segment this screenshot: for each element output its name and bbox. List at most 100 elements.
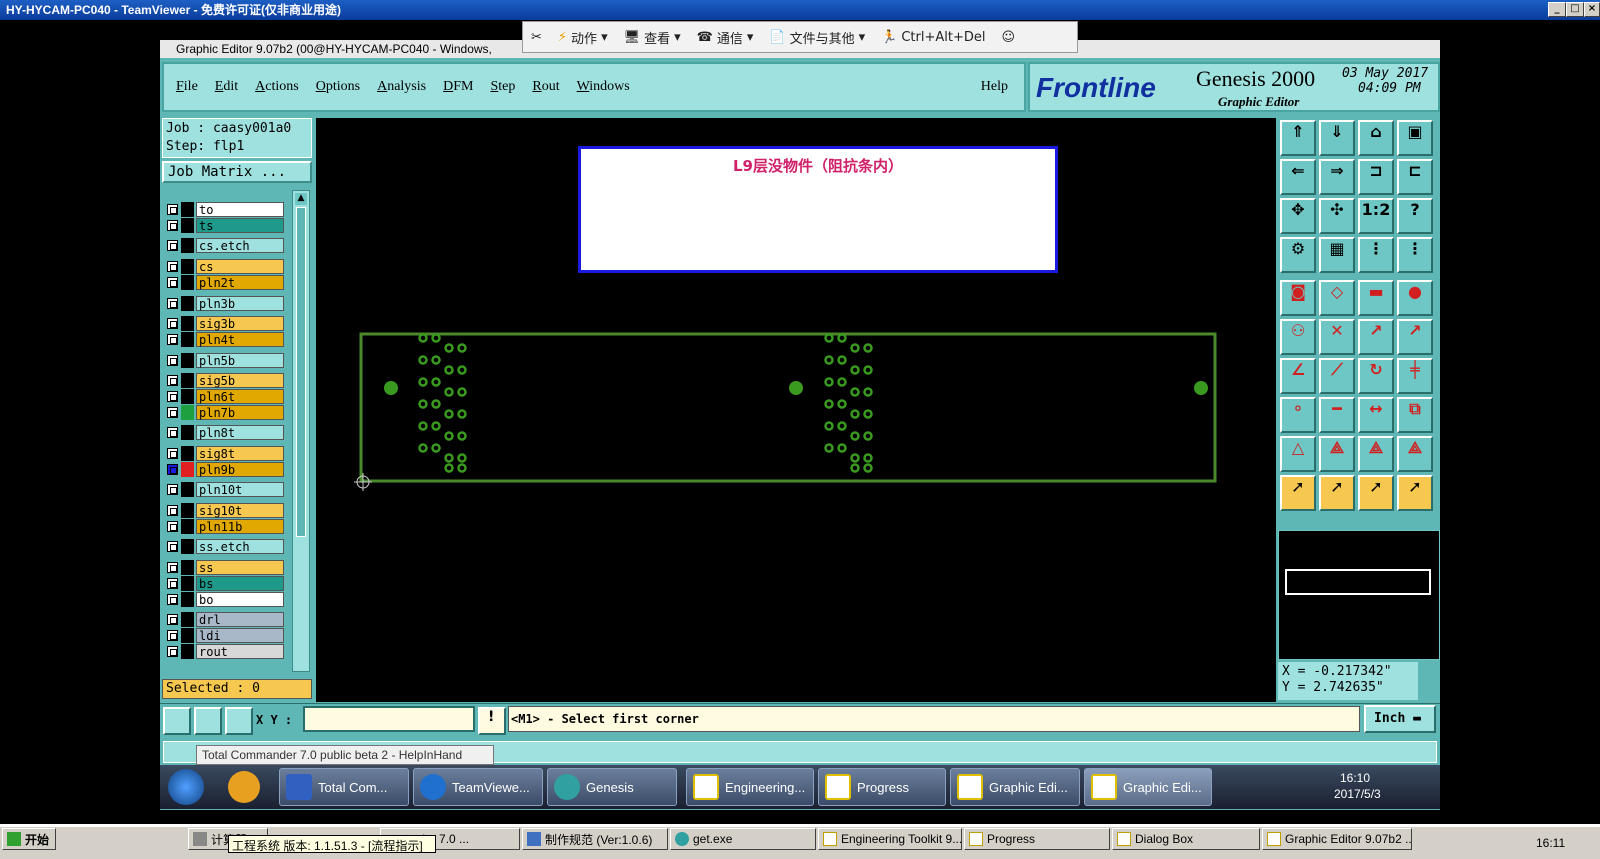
menu-actions[interactable]: Actions — [255, 79, 299, 95]
tool-button[interactable]: △ — [1280, 436, 1316, 472]
tool-button[interactable]: ⟁ — [1397, 436, 1433, 472]
layer-name[interactable]: bo — [196, 592, 284, 607]
layer-swatch[interactable] — [181, 316, 194, 331]
snap-button[interactable] — [163, 707, 191, 735]
tool-button[interactable]: ⊐ — [1358, 159, 1394, 195]
layer-swatch[interactable] — [181, 275, 194, 290]
layer-row[interactable]: pln3b — [164, 296, 284, 311]
layer-checkbox[interactable] — [167, 521, 178, 532]
layer-swatch[interactable] — [181, 332, 194, 347]
layer-checkbox[interactable] — [167, 541, 178, 552]
tool-button[interactable]: ➚ — [1358, 475, 1394, 511]
layer-swatch[interactable] — [181, 446, 194, 461]
tool-button[interactable]: ⇓ — [1319, 120, 1355, 156]
taskbar-engineering[interactable]: Engineering... — [686, 768, 814, 806]
scroll-thumb[interactable] — [296, 207, 306, 537]
layer-row[interactable]: rout — [164, 644, 284, 659]
tool-button[interactable]: ⚇ — [1280, 319, 1316, 355]
layer-name[interactable]: cs.etch — [196, 238, 284, 253]
layer-row[interactable]: drl — [164, 612, 284, 627]
files-menu[interactable]: 📄 文件与其他 ▾ — [769, 28, 865, 47]
layer-swatch[interactable] — [181, 539, 194, 554]
tool-button[interactable]: ⟁ — [1319, 436, 1355, 472]
layer-row[interactable]: ss.etch — [164, 539, 284, 554]
layer-row[interactable]: bo — [164, 592, 284, 607]
layer-name[interactable]: sig10t — [196, 503, 284, 518]
scroll-up-icon[interactable]: ▲ — [295, 193, 307, 205]
tool-button[interactable]: ✥ — [1280, 198, 1316, 234]
layer-swatch[interactable] — [181, 405, 194, 420]
close-button[interactable]: × — [1584, 2, 1600, 17]
layer-swatch[interactable] — [181, 373, 194, 388]
layer-swatch[interactable] — [181, 218, 194, 233]
maximize-button[interactable]: □ — [1566, 2, 1584, 17]
taskbar-totalcmd[interactable]: Total Com... — [279, 768, 409, 806]
menu-help[interactable]: Help — [981, 79, 1008, 95]
job-matrix-button[interactable]: Job Matrix ... — [162, 161, 312, 183]
layer-checkbox[interactable] — [167, 261, 178, 272]
layer-name[interactable]: rout — [196, 644, 284, 659]
layer-row[interactable]: ldi — [164, 628, 284, 643]
unit-selector[interactable]: Inch ▬ — [1364, 705, 1436, 733]
close-session-button[interactable]: ✂ — [531, 30, 542, 45]
layer-row[interactable]: pln6t — [164, 389, 284, 404]
tool-button[interactable]: ⊏ — [1397, 159, 1433, 195]
layer-checkbox[interactable] — [167, 204, 178, 215]
taskbar-graphic-editor-1[interactable]: Graphic Edi... — [950, 768, 1080, 806]
layer-name[interactable]: sig5b — [196, 373, 284, 388]
tool-button[interactable]: ⋮ — [1358, 237, 1394, 273]
layer-swatch[interactable] — [181, 296, 194, 311]
xp-task-getexe[interactable]: get.exe — [670, 828, 816, 850]
xp-task-dialog[interactable]: Dialog Box — [1112, 828, 1260, 850]
layer-checkbox[interactable] — [167, 630, 178, 641]
layer-checkbox[interactable] — [167, 646, 178, 657]
taskbar-progress[interactable]: Progress — [818, 768, 946, 806]
layer-row[interactable]: pln8t — [164, 425, 284, 440]
layer-name[interactable]: pln7b — [196, 405, 284, 420]
layer-swatch[interactable] — [181, 503, 194, 518]
layer-checkbox[interactable] — [167, 448, 178, 459]
tool-button[interactable]: ➚ — [1319, 475, 1355, 511]
tool-button[interactable]: ↻ — [1358, 358, 1394, 394]
tool-button[interactable]: ↗ — [1397, 319, 1433, 355]
tool-button[interactable]: ╪ — [1397, 358, 1433, 394]
tool-button[interactable]: ➚ — [1280, 475, 1316, 511]
tool-button[interactable]: ▦ — [1319, 237, 1355, 273]
tool-button[interactable]: ⟋ — [1319, 358, 1355, 394]
menu-edit[interactable]: Edit — [215, 79, 238, 95]
layer-checkbox[interactable] — [167, 614, 178, 625]
xp-task-graphic-editor[interactable]: Graphic Editor 9.07b2 ... — [1262, 828, 1412, 850]
measure-button[interactable] — [194, 707, 222, 735]
layer-checkbox[interactable] — [167, 334, 178, 345]
layer-row[interactable]: cs — [164, 259, 284, 274]
tool-button[interactable]: ↔ — [1358, 397, 1394, 433]
layer-name[interactable]: ss.etch — [196, 539, 284, 554]
layer-row[interactable]: sig10t — [164, 503, 284, 518]
layer-checkbox[interactable] — [167, 427, 178, 438]
tool-button[interactable]: ↗ — [1358, 319, 1394, 355]
layer-row[interactable]: to — [164, 202, 284, 217]
tool-button[interactable]: ∠ — [1280, 358, 1316, 394]
layer-swatch[interactable] — [181, 462, 194, 477]
layer-checkbox[interactable] — [167, 277, 178, 288]
xp-task-spec[interactable]: 制作规范 (Ver:1.0.6) — [522, 828, 668, 850]
layer-row[interactable]: pln11b — [164, 519, 284, 534]
layer-row[interactable]: pln5b — [164, 353, 284, 368]
layer-swatch[interactable] — [181, 482, 194, 497]
layer-checkbox[interactable] — [167, 391, 178, 402]
tool-button[interactable]: ⇑ — [1280, 120, 1316, 156]
layer-checkbox[interactable] — [167, 375, 178, 386]
layer-name[interactable]: pln10t — [196, 482, 284, 497]
layer-row[interactable]: bs — [164, 576, 284, 591]
layer-swatch[interactable] — [181, 519, 194, 534]
tool-button[interactable]: ━ — [1319, 397, 1355, 433]
xp-start-button[interactable]: 开始 — [2, 828, 56, 850]
layer-row[interactable]: pln9b — [164, 462, 284, 477]
layer-name[interactable]: pln2t — [196, 275, 284, 290]
start-orb-icon[interactable] — [168, 769, 204, 805]
tool-button[interactable]: ● — [1397, 280, 1433, 316]
tool-button[interactable]: 1:2 — [1358, 198, 1394, 234]
layer-row[interactable]: sig3b — [164, 316, 284, 331]
tool-button[interactable]: ⚙ — [1280, 237, 1316, 273]
tool-button[interactable]: ? — [1397, 198, 1433, 234]
